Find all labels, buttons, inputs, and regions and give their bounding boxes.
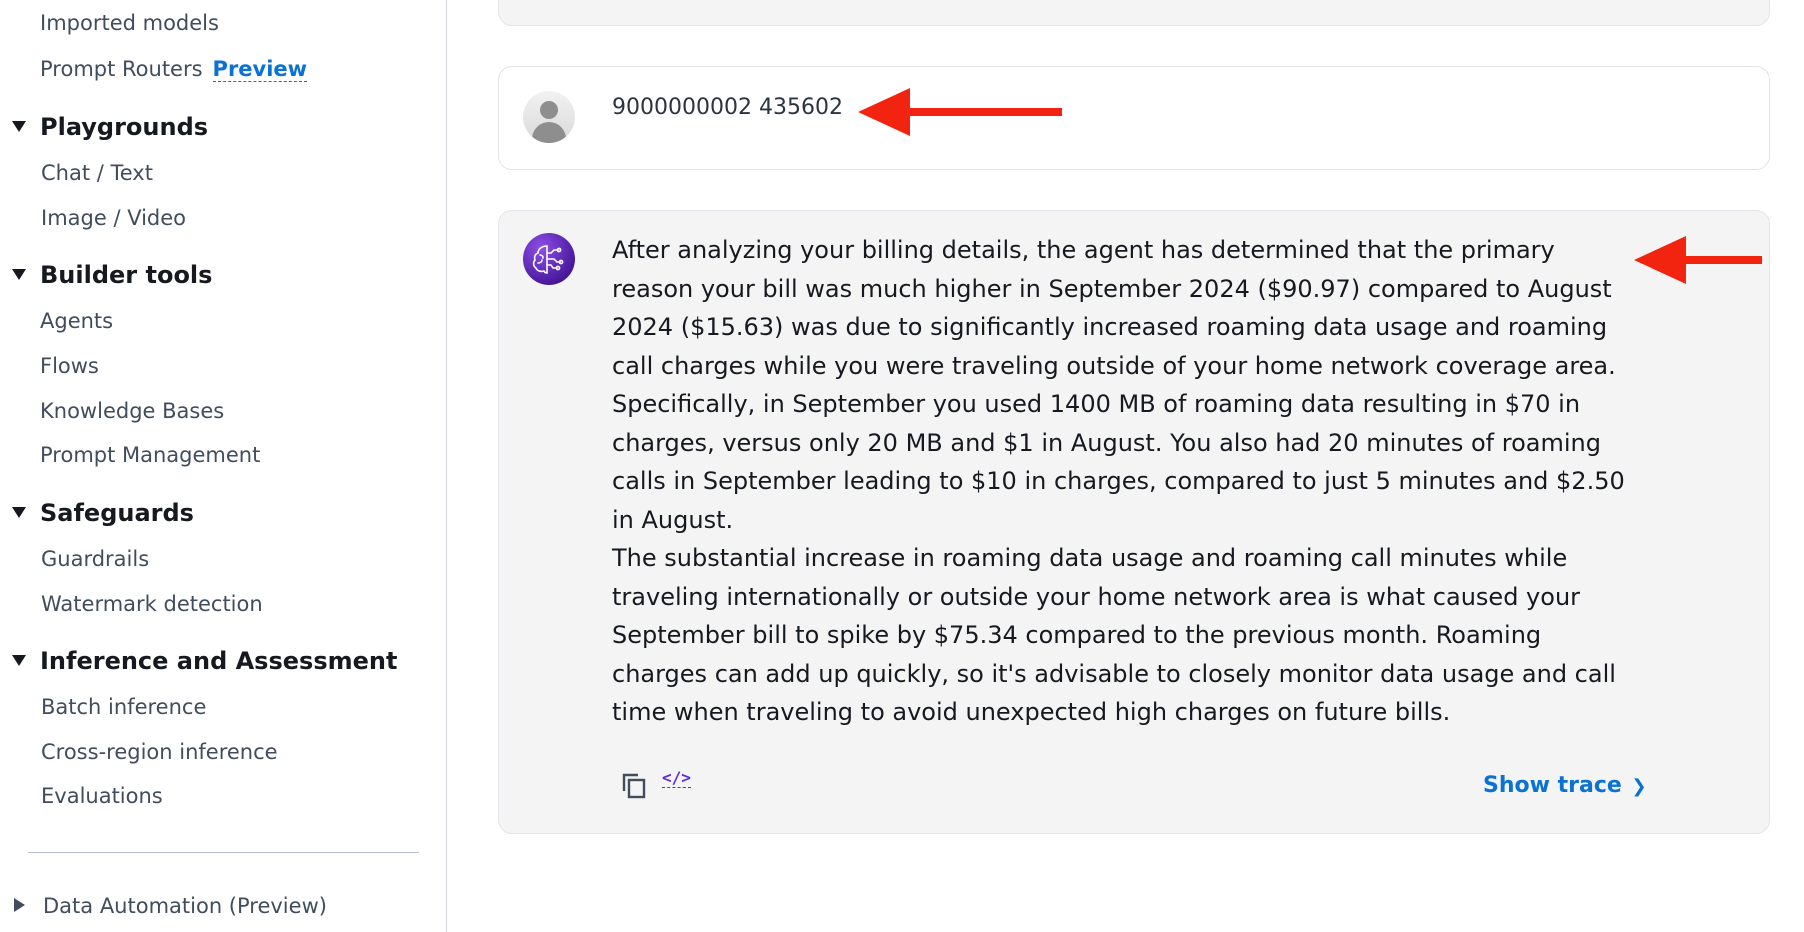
user-message-card: 9000000002 435602 bbox=[498, 66, 1770, 170]
triangle-down-icon[interactable] bbox=[12, 506, 26, 518]
red-arrow-icon bbox=[858, 88, 1062, 136]
copy-icon[interactable] bbox=[620, 771, 648, 801]
section-playgrounds[interactable]: Playgrounds bbox=[12, 113, 208, 141]
nav-data-automation-label: Data Automation (Preview) bbox=[43, 894, 327, 918]
nav-imported-models[interactable]: Imported models bbox=[40, 11, 219, 35]
nav-cross-region-inference[interactable]: Cross-region inference bbox=[41, 740, 278, 764]
triangle-down-icon[interactable] bbox=[12, 268, 26, 280]
user-message-text: 9000000002 435602 bbox=[612, 95, 843, 120]
section-title-playgrounds: Playgrounds bbox=[40, 113, 209, 141]
nav-evaluations[interactable]: Evaluations bbox=[41, 784, 163, 808]
nav-chat-text[interactable]: Chat / Text bbox=[41, 161, 153, 185]
agent-response-text: After analyzing your billing details, th… bbox=[612, 231, 1632, 732]
section-safeguards[interactable]: Safeguards bbox=[12, 499, 194, 527]
nav-image-video[interactable]: Image / Video bbox=[41, 206, 186, 230]
agent-paragraph-2: The substantial increase in roaming data… bbox=[612, 544, 1616, 726]
section-inference-assessment[interactable]: Inference and Assessment bbox=[12, 647, 397, 675]
nav-prompt-routers-label[interactable]: Prompt Routers bbox=[40, 57, 203, 81]
nav-agents[interactable]: Agents bbox=[40, 309, 113, 333]
preview-badge-link[interactable]: Preview bbox=[212, 57, 308, 82]
agent-response-card: After analyzing your billing details, th… bbox=[498, 210, 1770, 834]
code-icon[interactable]: </> bbox=[662, 768, 691, 788]
red-arrow-icon bbox=[1634, 236, 1762, 284]
nav-prompt-routers[interactable]: Prompt Routers Preview bbox=[40, 57, 308, 82]
previous-message-card bbox=[498, 0, 1770, 26]
nav-batch-inference[interactable]: Batch inference bbox=[41, 695, 206, 719]
triangle-down-icon[interactable] bbox=[12, 120, 26, 132]
section-title-inference: Inference and Assessment bbox=[40, 647, 398, 675]
nav-watermark-detection[interactable]: Watermark detection bbox=[41, 592, 263, 616]
triangle-right-icon[interactable] bbox=[14, 898, 25, 912]
show-trace-label[interactable]: Show trace bbox=[1483, 773, 1622, 798]
user-avatar-icon bbox=[523, 91, 575, 143]
nav-guardrails[interactable]: Guardrails bbox=[41, 547, 149, 571]
nav-flows[interactable]: Flows bbox=[40, 354, 99, 378]
section-builder-tools[interactable]: Builder tools bbox=[12, 261, 212, 289]
sidebar-divider bbox=[28, 852, 419, 853]
show-trace-link[interactable]: Show trace ❯ bbox=[1483, 773, 1647, 798]
section-title-safeguards: Safeguards bbox=[40, 499, 194, 527]
ai-brain-icon bbox=[523, 233, 575, 285]
nav-data-automation[interactable]: Data Automation (Preview) bbox=[14, 894, 327, 918]
agent-paragraph-1: After analyzing your billing details, th… bbox=[612, 236, 1625, 534]
section-title-builder-tools: Builder tools bbox=[40, 261, 213, 289]
sidebar: Imported models Prompt Routers Preview Pl… bbox=[0, 0, 447, 932]
nav-prompt-management[interactable]: Prompt Management bbox=[40, 443, 260, 467]
triangle-down-icon[interactable] bbox=[12, 654, 26, 666]
nav-knowledge-bases[interactable]: Knowledge Bases bbox=[40, 399, 224, 423]
ai-brain-glyph bbox=[532, 245, 564, 274]
chevron-right-icon[interactable]: ❯ bbox=[1631, 776, 1646, 797]
